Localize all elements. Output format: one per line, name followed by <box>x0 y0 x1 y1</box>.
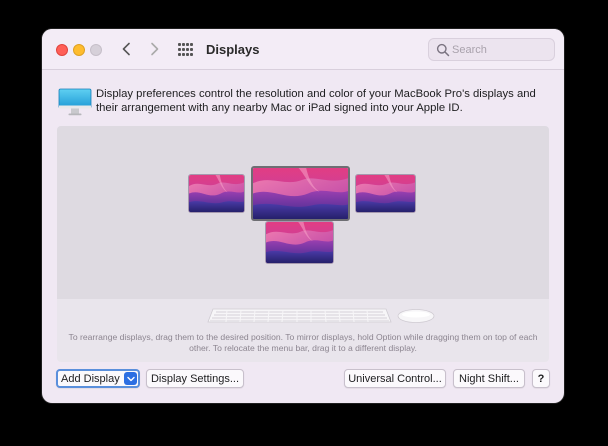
zoom-window-button <box>90 44 102 56</box>
display-settings-button[interactable]: Display Settings... <box>146 369 244 388</box>
show-all-button[interactable] <box>177 41 195 57</box>
arrangement-hint: To rearrange displays, drag them to the … <box>68 332 538 353</box>
mouse-icon <box>397 309 435 323</box>
intro-description: Display preferences control the resoluti… <box>96 88 536 114</box>
display-left[interactable] <box>188 174 245 213</box>
display-right[interactable] <box>355 174 416 213</box>
title-bar: Displays <box>42 29 564 70</box>
displays-window: Displays Display preferences control the… <box>42 29 564 403</box>
back-button[interactable] <box>117 39 135 59</box>
add-display-button[interactable]: Add Display <box>56 369 140 388</box>
minimize-window-button[interactable] <box>73 44 85 56</box>
forward-button[interactable] <box>146 39 164 59</box>
night-shift-button[interactable]: Night Shift... <box>453 369 525 388</box>
help-button[interactable]: ? <box>532 369 550 388</box>
keyboard-icon <box>207 308 392 323</box>
display-bottom[interactable] <box>265 221 334 264</box>
search-input[interactable] <box>452 43 550 57</box>
add-display-label: Add Display <box>61 372 120 385</box>
monitor-icon <box>58 88 92 116</box>
universal-control-button[interactable]: Universal Control... <box>344 369 446 388</box>
add-display-dropdown[interactable] <box>124 372 137 385</box>
search-icon <box>436 43 450 57</box>
chevron-right-icon <box>151 42 159 56</box>
search-field[interactable] <box>428 38 555 61</box>
arrangement-canvas <box>57 126 549 299</box>
display-main[interactable] <box>251 166 350 221</box>
display-arrangement-area[interactable]: To rearrange displays, drag them to the … <box>57 126 549 362</box>
window-title: Displays <box>206 42 260 57</box>
chevron-down-icon <box>126 376 135 381</box>
chevron-left-icon <box>122 42 130 56</box>
close-window-button[interactable] <box>56 44 68 56</box>
